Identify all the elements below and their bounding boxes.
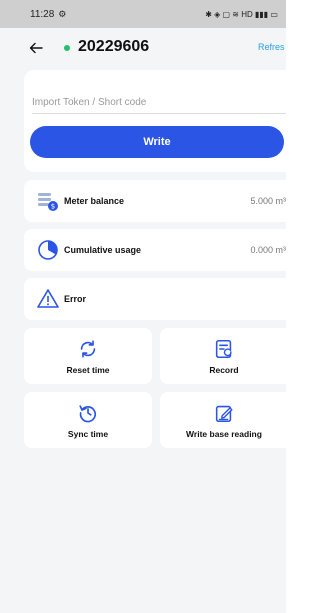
status-indicators: ✱ ◈ ▢ ≋ HD ▮▮▮ ▭	[205, 9, 278, 19]
sync-time-tile[interactable]: Sync time	[24, 392, 152, 448]
reset-time-label: Reset time	[66, 365, 110, 375]
reset-time-tile[interactable]: Reset time	[24, 328, 152, 384]
document-icon	[215, 339, 232, 359]
cumulative-usage-label: Cumulative usage	[64, 245, 142, 255]
cumulative-usage-row: Cumulative usage 0.000 m³	[24, 229, 286, 271]
sync-time-label: Sync time	[67, 429, 109, 439]
refresh-link[interactable]: Refres	[258, 42, 285, 52]
record-tile[interactable]: Record	[160, 328, 286, 384]
online-status-dot	[64, 45, 70, 51]
meter-balance-label: Meter balance	[64, 196, 125, 206]
meter-balance-value: 5.000 m³	[250, 196, 286, 206]
cumulative-usage-value: 0.000 m³	[250, 245, 286, 255]
edit-icon	[215, 405, 233, 423]
error-label: Error	[64, 294, 87, 304]
coins-icon: $	[38, 193, 58, 211]
write-base-reading-label: Write base reading	[186, 429, 262, 439]
token-card: Write	[24, 70, 286, 172]
record-label: Record	[209, 365, 239, 375]
input-underline	[32, 113, 286, 114]
settings-status-icon: ⚙	[58, 8, 67, 19]
svg-text:$: $	[51, 203, 55, 211]
status-bar: 11:28 ⚙ ✱ ◈ ▢ ≋ HD ▮▮▮ ▭	[0, 0, 286, 28]
meter-balance-row: $ Meter balance 5.000 m³	[24, 180, 286, 222]
app-screen: 11:28 ⚙ ✱ ◈ ▢ ≋ HD ▮▮▮ ▭ 20229606 Refres…	[0, 0, 286, 613]
warning-triangle-icon	[37, 289, 59, 308]
meter-id-title: 20229606	[78, 38, 150, 55]
write-button[interactable]: Write	[30, 126, 284, 158]
error-row[interactable]: Error	[24, 278, 286, 320]
pie-chart-icon	[38, 240, 58, 260]
status-time: 11:28	[30, 8, 55, 20]
back-arrow-icon[interactable]	[28, 40, 44, 56]
clock-rotate-icon	[79, 405, 97, 423]
header: 20229606 Refres	[0, 28, 286, 68]
refresh-icon	[80, 340, 96, 358]
token-input[interactable]	[32, 92, 284, 112]
write-base-reading-tile[interactable]: Write base reading	[160, 392, 286, 448]
